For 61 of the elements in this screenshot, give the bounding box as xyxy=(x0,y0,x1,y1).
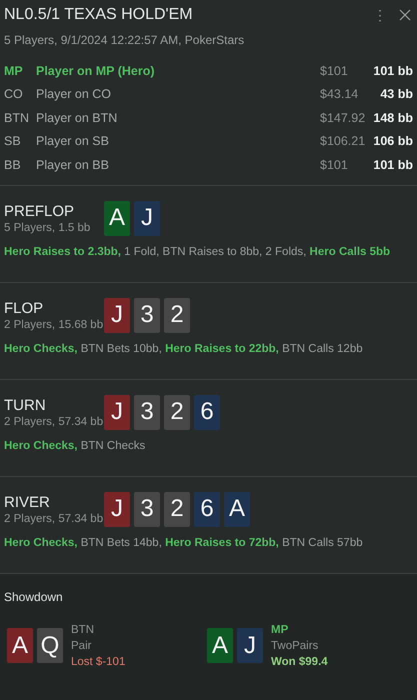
hand-title: NL0.5/1 TEXAS HOLD'EM xyxy=(4,6,194,24)
player-stack-bb: 101 bb xyxy=(372,64,413,78)
hand-rank: Pair xyxy=(71,640,92,652)
player-stack: $101 xyxy=(320,64,349,78)
playing-card: J xyxy=(104,298,130,332)
player-name: Player on MP (Hero) xyxy=(36,64,156,78)
player-stack-bb: 106 bb xyxy=(372,134,413,148)
playing-card: J xyxy=(104,492,130,526)
player-stack: $43.14 xyxy=(320,87,360,102)
player-position: CO xyxy=(4,87,24,102)
street-name: FLOP xyxy=(4,300,44,316)
playing-card: A xyxy=(7,628,33,663)
player-position: SB xyxy=(4,134,22,148)
player-stack: $101 xyxy=(320,158,349,172)
street-info: 2 Players, 15.68 bb xyxy=(4,318,104,330)
player-stack-bb: 101 bb xyxy=(372,158,413,172)
playing-card: J xyxy=(237,628,263,663)
street-info: 5 Players, 1.5 bb xyxy=(4,222,92,234)
street-actions: Hero Checks, BTN Bets 10bb, Hero Raises to 22bb, BTN Calls 12bb xyxy=(4,342,364,354)
showdown-title: Showdown xyxy=(4,590,64,604)
playing-card: 2 xyxy=(164,492,190,526)
playing-card: A xyxy=(207,628,233,663)
playing-card: 3 xyxy=(134,492,160,526)
more-menu-button[interactable]: ⋮ xyxy=(373,7,387,23)
playing-card: 2 xyxy=(164,298,190,332)
street-actions: Hero Raises to 2.3bb, 1 Fold, BTN Raises to 8bb, 2 Folds, Hero Calls 5bb xyxy=(4,246,392,258)
player-stack-bb: 148 bb xyxy=(372,110,413,125)
street-info: 2 Players, 57.34 bb xyxy=(4,416,104,428)
player-stack-bb: 43 bb xyxy=(379,87,413,102)
player-position: BTN xyxy=(71,624,95,636)
player-name: Player on BTN xyxy=(36,110,118,125)
playing-card: A xyxy=(104,200,130,236)
hand-result: Lost $-101 xyxy=(71,656,126,668)
playing-card: J xyxy=(104,394,130,430)
player-stack: $106.21 xyxy=(320,134,366,148)
street-info: 2 Players, 57.34 bb xyxy=(4,512,104,524)
player-position: BB xyxy=(4,158,22,172)
playing-card: 2 xyxy=(164,394,190,430)
player-position: BTN xyxy=(4,110,30,125)
playing-card: A xyxy=(224,492,250,526)
player-position: MP xyxy=(271,624,290,636)
hand-result: Won $99.4 xyxy=(271,656,328,668)
hand-info: 5 Players, 9/1/2024 12:22:57 AM, PokerStars xyxy=(4,33,246,47)
playing-card: Q xyxy=(37,628,63,663)
playing-card: J xyxy=(134,200,160,236)
player-stack: $147.92 xyxy=(320,110,366,125)
close-icon[interactable] xyxy=(399,9,411,21)
playing-card: 6 xyxy=(194,394,220,430)
player-name: Player on BB xyxy=(36,158,110,172)
street-actions: Hero Checks, BTN Bets 14bb, Hero Raises to 72bb, BTN Calls 57bb xyxy=(4,536,364,548)
street-name: TURN xyxy=(4,396,47,414)
street-name: RIVER xyxy=(4,494,51,510)
player-position: MP xyxy=(4,64,24,78)
player-name: Player on CO xyxy=(36,87,112,102)
hand-rank: TwoPairs xyxy=(271,640,320,652)
playing-card: 6 xyxy=(194,492,220,526)
playing-card: 3 xyxy=(134,394,160,430)
playing-card: 3 xyxy=(134,298,160,332)
player-name: Player on SB xyxy=(36,134,110,148)
street-actions: Hero Checks, BTN Checks xyxy=(4,440,146,452)
street-name: PREFLOP xyxy=(4,202,76,220)
